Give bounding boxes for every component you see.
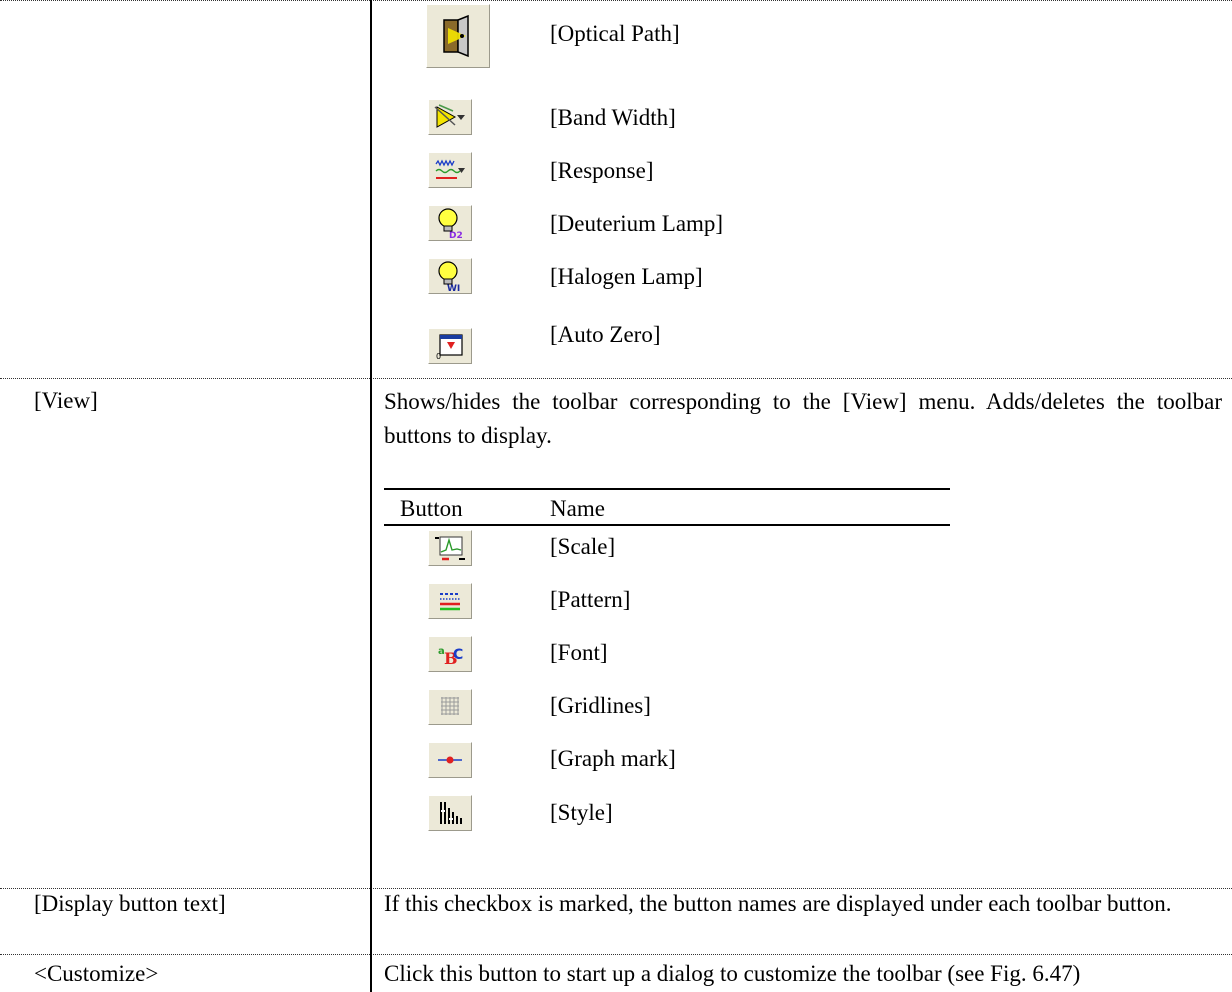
auto-zero-button: 0 <box>428 328 472 364</box>
gridlines-icon <box>441 697 459 715</box>
table-header-bottom-rule <box>384 524 950 526</box>
button-name: [Graph mark] <box>550 746 676 771</box>
button-name: [Halogen Lamp] <box>550 264 703 289</box>
row-divider-view <box>0 378 1232 379</box>
scale-button <box>428 530 472 566</box>
svg-text:WI: WI <box>447 284 460 292</box>
pattern-icon <box>440 593 460 611</box>
button-name: [Band Width] <box>550 105 676 130</box>
gridlines-button <box>428 689 472 725</box>
display-button-text-label: [Display button text] <box>34 891 226 916</box>
style-button <box>428 795 472 831</box>
customize-label: <Customize> <box>34 961 159 986</box>
svg-text:0: 0 <box>436 352 441 360</box>
row-divider-customize <box>0 954 1232 955</box>
band-width-icon <box>434 104 465 128</box>
column-header-button: Button <box>400 496 463 521</box>
response-icon <box>435 159 465 179</box>
button-name: [Scale] <box>550 534 616 559</box>
halogen-lamp-icon: WI <box>438 261 460 292</box>
response-button <box>428 152 472 188</box>
column-header-name: Name <box>550 496 605 521</box>
button-name: [Font] <box>550 640 608 665</box>
graph-mark-icon <box>438 756 462 764</box>
font-icon: a B C <box>438 646 463 668</box>
font-button: a B C <box>428 636 472 672</box>
pattern-button <box>428 583 472 619</box>
table-header-top-rule <box>384 488 950 490</box>
button-name: [Gridlines] <box>550 693 651 718</box>
column-divider <box>370 0 372 992</box>
svg-text:D2: D2 <box>449 231 463 239</box>
button-name: [Optical Path] <box>550 21 680 46</box>
deuterium-lamp-icon: D2 <box>438 208 463 239</box>
optical-path-icon <box>443 14 469 58</box>
view-description: Shows/hides the toolbar corresponding to… <box>384 389 1222 448</box>
halogen-lamp-button: WI <box>428 258 472 294</box>
optical-path-button <box>426 4 490 68</box>
button-name: [Style] <box>550 800 613 825</box>
view-label: [View] <box>34 388 98 413</box>
button-name: [Pattern] <box>550 587 631 612</box>
deuterium-lamp-button: D2 <box>428 205 472 241</box>
svg-text:C: C <box>453 647 463 663</box>
button-name: [Response] <box>550 158 654 183</box>
display-button-text-description: If this checkbox is marked, the button n… <box>384 891 1172 916</box>
customize-description: Click this button to start up a dialog t… <box>384 961 1081 986</box>
scale-icon <box>435 536 465 561</box>
style-icon <box>440 802 462 824</box>
auto-zero-icon: 0 <box>436 334 463 360</box>
button-name: [Auto Zero] <box>550 322 661 347</box>
button-name: [Deuterium Lamp] <box>550 211 724 236</box>
graph-mark-button <box>428 742 472 778</box>
band-width-button <box>428 99 472 135</box>
row-divider-top <box>0 0 1232 1</box>
